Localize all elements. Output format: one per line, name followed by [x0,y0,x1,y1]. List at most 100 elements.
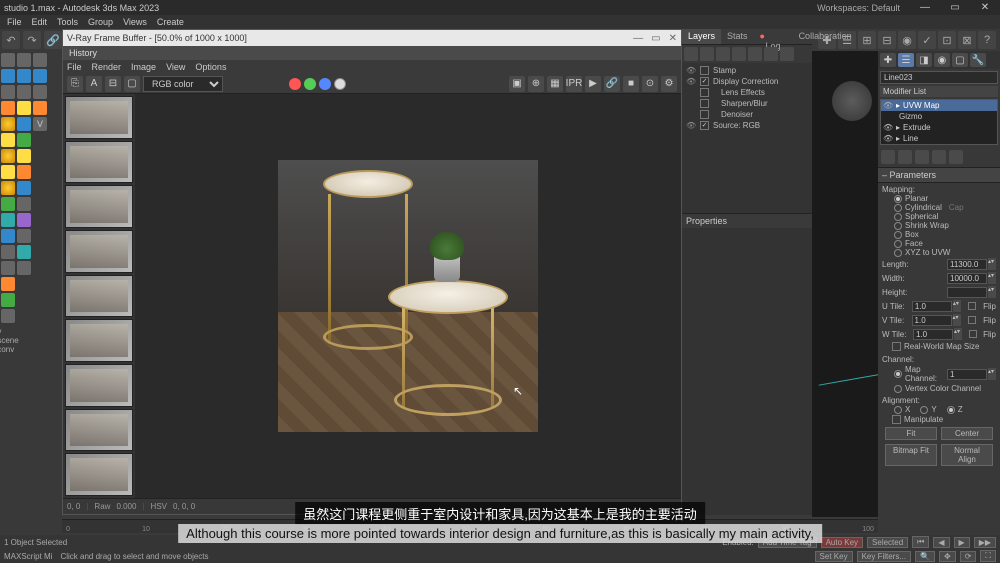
vfb-channel-select[interactable]: RGB color [143,76,223,92]
vray-light-icon[interactable] [1,53,15,67]
cam-d-icon[interactable] [33,101,47,115]
modifier-extrude[interactable]: 👁▸Extrude [881,122,997,133]
redo-icon[interactable]: ↷ [23,31,41,49]
vfb-titlebar[interactable]: V-Ray Frame Buffer - [50.0% of 1000 x 10… [63,30,681,46]
display-panel-icon[interactable]: ◉ [898,31,916,49]
tool-l-icon[interactable] [17,229,31,243]
direct-icon[interactable] [1,181,15,195]
bitmapfit-button[interactable]: Bitmap Fit [885,444,937,466]
tool-b-icon[interactable] [17,69,31,83]
history-thumb[interactable] [65,96,133,139]
cam-c-icon[interactable] [33,85,47,99]
vfb-settings-icon[interactable]: ⚙ [661,76,677,92]
proxy-icon[interactable] [1,261,15,275]
vtile-spinner[interactable]: ▴▾ [912,314,961,326]
vfb-render-icon[interactable]: ▶ [585,76,601,92]
tool-j-icon[interactable] [17,197,31,211]
history-thumb[interactable] [65,409,133,452]
save-preset-icon[interactable] [732,47,746,61]
tool-f-icon[interactable] [17,133,31,147]
maximize-button[interactable]: ▭ [940,0,970,15]
normalalign-button[interactable]: Normal Align [941,444,993,466]
autokey-button[interactable]: Auto Key [821,537,863,548]
modifier-line[interactable]: 👁▸Line [881,133,997,144]
fur-icon[interactable] [1,277,15,291]
menu-views[interactable]: Views [118,17,152,27]
load-preset-icon[interactable] [748,47,762,61]
tool-c-icon[interactable] [17,85,31,99]
tool-d-icon[interactable] [17,101,31,115]
box-icon[interactable] [1,229,15,243]
light-icon[interactable] [1,133,15,147]
nav-orbit-icon[interactable]: ⟳ [960,551,977,562]
length-spinner[interactable]: ▴▾ [947,258,996,270]
mapping-cyl[interactable]: CylindricalCap [882,203,996,212]
cam-b-icon[interactable] [33,69,47,83]
modifier-gizmo[interactable]: Gizmo [881,111,997,122]
history-thumb[interactable] [65,319,133,362]
mapping-box[interactable]: Box [882,230,996,239]
layer-row[interactable]: 👁Source: RGB [684,120,810,131]
vfb-region-icon[interactable]: ▣ [509,76,525,92]
realworld-check[interactable]: Real-World Map Size [882,341,996,352]
undo-icon[interactable]: ↶ [2,31,20,49]
history-thumb[interactable] [65,141,133,184]
vfb-canvas[interactable]: ↖ [135,94,681,498]
tool-h-icon[interactable] [17,165,31,179]
layer-row[interactable]: 👁Display Correction [684,76,810,87]
tool-k-icon[interactable] [17,213,31,227]
scatter-icon[interactable] [1,245,15,259]
layer-row[interactable]: Denoiser [684,109,810,120]
remove-mod-icon[interactable] [932,150,946,164]
mapping-shrink[interactable]: Shrink Wrap [882,221,996,230]
util2-icon[interactable]: ⊡ [938,31,956,49]
menu-edit[interactable]: Edit [27,17,53,27]
unique-icon[interactable] [915,150,929,164]
red-channel-icon[interactable] [289,78,301,90]
selected-filter[interactable]: Selected [867,537,908,548]
vray-sun-icon[interactable] [1,101,15,115]
sphere-icon[interactable] [1,213,15,227]
vfb-bucket-icon[interactable]: ▦ [547,76,563,92]
vray-logo-icon[interactable]: V [33,117,47,131]
vfb-compare-icon[interactable]: ⊟ [105,76,121,92]
help-icon[interactable]: ? [978,31,996,49]
width-spinner[interactable]: ▴▾ [947,272,996,284]
mapchannel-spinner[interactable]: ▴▾ [947,368,996,380]
viewcube-icon[interactable] [832,81,872,121]
vfb-menu-render[interactable]: Render [92,62,122,72]
play-start-icon[interactable]: ⏮ [912,536,929,548]
align-x[interactable]: X [894,405,910,414]
folder-icon[interactable] [716,47,730,61]
history-thumb[interactable] [65,230,133,273]
decal-icon[interactable] [1,309,15,323]
workspace-selector[interactable]: Workspaces: Default [817,3,900,13]
tool-i-icon[interactable] [17,181,31,195]
show-end-icon[interactable] [898,150,912,164]
hierarchy-tab-icon[interactable]: ◨ [916,53,932,67]
configure-icon[interactable] [949,150,963,164]
mapping-xyz[interactable]: XYZ to UVW [882,248,996,257]
tool-m-icon[interactable] [17,245,31,259]
tab-layers[interactable]: Layers [682,29,721,44]
green-channel-icon[interactable] [304,78,316,90]
del-layer-icon[interactable] [700,47,714,61]
menu-group[interactable]: Group [83,17,118,27]
height-spinner[interactable]: ▴▾ [947,286,996,298]
setkey-button[interactable]: Set Key [815,551,853,562]
history-thumb[interactable] [65,364,133,407]
layer-row[interactable]: Sharpen/Blur [684,98,810,109]
mono-channel-icon[interactable] [334,78,346,90]
vfb-menu-file[interactable]: File [67,62,82,72]
history-thumb[interactable] [65,185,133,228]
vray-ies-icon[interactable] [1,85,15,99]
vfb-maximize-icon[interactable]: ▭ [651,33,660,44]
vfb-menu-image[interactable]: Image [131,62,156,72]
menu-create[interactable]: Create [152,17,189,27]
nav-max-icon[interactable]: ⛶ [980,550,996,562]
layer-menu-icon[interactable] [780,47,794,61]
play-prev-icon[interactable]: ◀ [933,537,949,548]
object-name-field[interactable]: Line023 [880,71,998,84]
vfb-ab-icon[interactable]: A [86,76,102,92]
display-tab-icon[interactable]: ▢ [952,53,968,67]
